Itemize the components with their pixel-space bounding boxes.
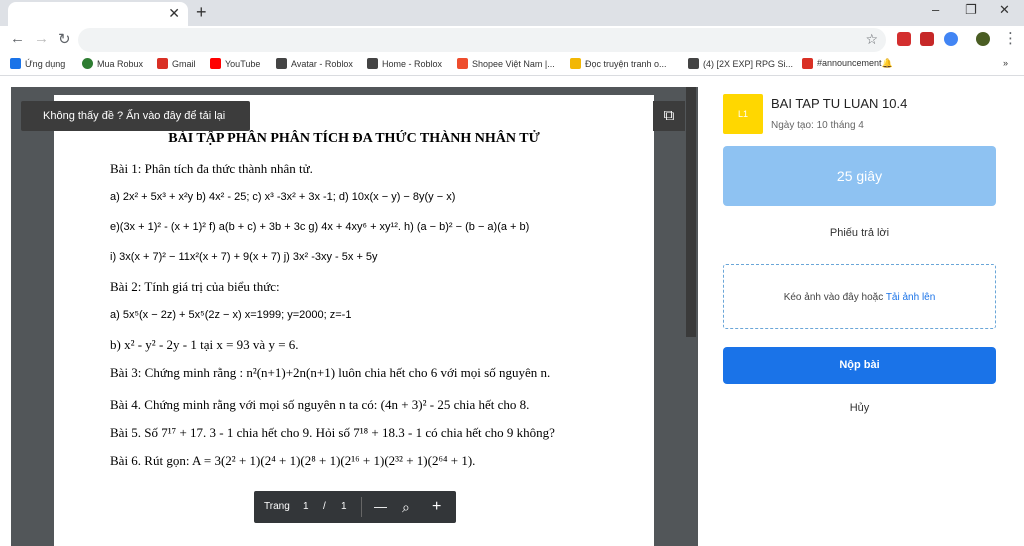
zoom-out-button[interactable]: — [374, 491, 387, 523]
bookmark-gmail[interactable]: Gmail [157, 58, 196, 69]
discord-icon [802, 58, 813, 69]
reload-notice-button[interactable]: Không thấy đề ? Ấn vào đây để tải lại [21, 101, 250, 131]
doc-line: a) 5x⁵(x − 2z) + 5x⁵(2z − x) x=1999; y=2… [110, 309, 352, 321]
doc-line: Bài 4. Chứng minh rằng với mọi số nguyên… [110, 397, 530, 412]
bookmark-mua-robux[interactable]: Mua Robux [82, 58, 143, 69]
pdf-viewer: BÀI TẬP PHÂN PHÂN TÍCH ĐA THỨC THÀNH NHÂ… [11, 87, 698, 546]
dropzone-text: Kéo ảnh vào đây hoặc [783, 292, 886, 303]
doc-line: Bài 3: Chứng minh rằng : n²(n+1)+2n(n+1)… [110, 365, 551, 380]
page-label: Trang [264, 501, 290, 512]
cancel-button[interactable]: Hủy [723, 402, 996, 414]
doc-line: i) 3x(x + 7)² − 11x²(x + 7) + 9(x + 7) j… [110, 251, 378, 263]
pdf-page: BÀI TẬP PHÂN PHÂN TÍCH ĐA THỨC THÀNH NHÂ… [54, 95, 654, 546]
manga-icon [570, 58, 581, 69]
bookmark-star-icon[interactable]: ☆ [865, 31, 878, 48]
document-title: BÀI TẬP PHÂN PHÂN TÍCH ĐA THỨC THÀNH NHÂ… [168, 131, 540, 146]
more-bookmarks-icon[interactable]: » [1003, 58, 1008, 68]
answer-sheet-label: Phiếu trả lời [829, 227, 890, 239]
tab-strip: ✕ + – ❐ ✕ [0, 0, 1024, 26]
zoom-in-button[interactable]: + [432, 491, 441, 523]
open-in-new-icon[interactable]: ⧉ [653, 101, 685, 131]
profile-avatar[interactable] [976, 32, 990, 46]
doc-line: b) x² - y² - 2y - 1 tại x = 93 và y = 6. [110, 337, 299, 352]
bookmark-avatar-roblox[interactable]: Avatar - Roblox [276, 58, 353, 69]
doc-line: Bài 6. Rút gọn: A = 3(2² + 1)(2⁴ + 1)(2⁸… [110, 453, 476, 468]
roblox-icon [367, 58, 378, 69]
forward-arrow-icon[interactable]: → [34, 30, 49, 47]
zoom-icon[interactable]: ⌕ [402, 491, 410, 523]
shopee-icon [457, 58, 468, 69]
extension-red-icon[interactable] [897, 32, 911, 46]
apps-icon [10, 58, 21, 69]
scrollbar-thumb[interactable] [686, 87, 696, 337]
menu-kebab-icon[interactable]: ⋮ [1003, 29, 1018, 47]
robux-icon [82, 58, 93, 69]
roblox-icon [276, 58, 287, 69]
image-dropzone[interactable]: Kéo ảnh vào đây hoặc Tải ảnh lên [723, 264, 996, 329]
page-toolbar: Trang 1 / 1 — ⌕ + [254, 491, 456, 523]
gmail-icon [157, 58, 168, 69]
youtube-icon [210, 58, 221, 69]
extension-card-icon[interactable] [920, 32, 934, 46]
doc-line: Bài 2: Tính giá trị của biểu thức: [110, 279, 280, 294]
maximize-button[interactable]: ❐ [965, 2, 977, 18]
submit-button[interactable]: Nộp bài [723, 347, 996, 384]
doc-line: a) 2x² + 5x³ + x²y b) 4x² - 25; c) x³ -3… [110, 191, 456, 203]
divider [361, 497, 362, 517]
address-bar[interactable]: ☆ [78, 28, 886, 52]
assignment-panel: L1 BAI TAP TU LUAN 10.4 Ngày tạo: 10 thá… [698, 76, 1024, 546]
doc-line: e)(3x + 1)² - (x + 1)² f) a(b + c) + 3b … [110, 221, 530, 233]
browser-toolbar: ← → ↻ ☆ ⋮ [0, 26, 1024, 54]
roblox-icon [688, 58, 699, 69]
assignment-created-date: Ngày tạo: 10 tháng 4 [771, 120, 864, 131]
extension-blue-icon[interactable] [944, 32, 958, 46]
total-pages: 1 [341, 501, 347, 512]
bookmark-youtube[interactable]: YouTube [210, 58, 260, 69]
current-page-input[interactable]: 1 [303, 491, 309, 523]
bookmark-announcement[interactable]: #announcement🔔 [802, 58, 893, 69]
bookmark-doc-truyen[interactable]: Đọc truyện tranh o... [570, 58, 667, 69]
assignment-avatar: L1 [723, 94, 763, 134]
minimize-button[interactable]: – [932, 2, 939, 17]
doc-line: Bài 1: Phân tích đa thức thành nhân tử. [110, 161, 313, 176]
countdown-timer: 25 giây [723, 146, 996, 206]
bookmark-apps[interactable]: Ứng dụng [10, 58, 65, 69]
assignment-title: BAI TAP TU LUAN 10.4 [771, 96, 908, 111]
browser-tab[interactable]: ✕ [8, 2, 188, 26]
bookmarks-bar: Ứng dụng Mua Robux Gmail YouTube Avatar … [0, 54, 1024, 76]
new-tab-button[interactable]: + [196, 2, 207, 23]
bookmark-rpg[interactable]: (4) [2X EXP] RPG Si... [688, 58, 793, 69]
reload-icon[interactable]: ↻ [58, 30, 71, 48]
bookmark-shopee[interactable]: Shopee Việt Nam |... [457, 58, 555, 69]
page-separator: / [323, 501, 326, 512]
upload-image-link[interactable]: Tải ảnh lên [886, 292, 935, 303]
back-arrow-icon[interactable]: ← [10, 30, 25, 47]
close-window-button[interactable]: ✕ [999, 2, 1010, 18]
bookmark-home-roblox[interactable]: Home - Roblox [367, 58, 442, 69]
doc-line: Bài 5. Số 7¹⁷ + 17. 3 - 1 chia hết cho 9… [110, 425, 555, 440]
close-tab-icon[interactable]: ✕ [168, 5, 180, 22]
